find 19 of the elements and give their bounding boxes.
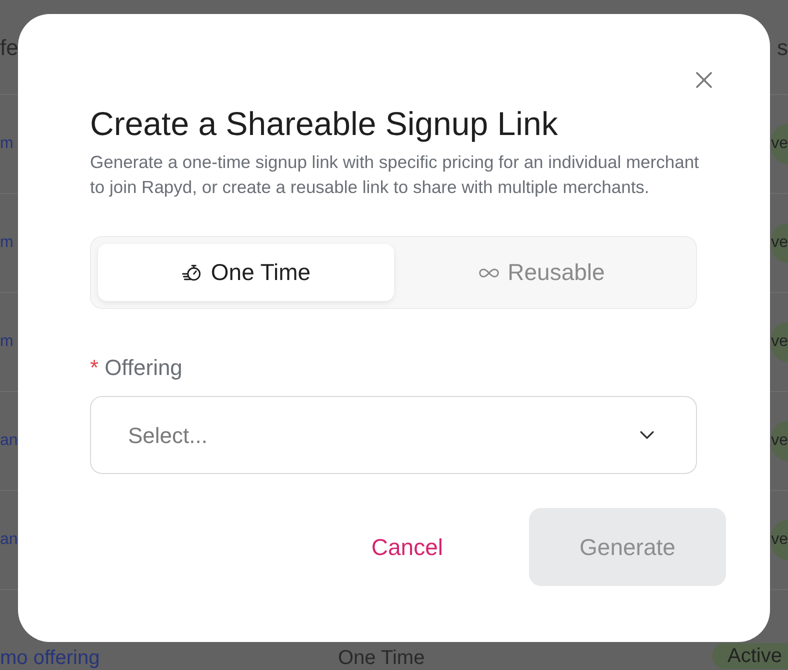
status-badge: ve: [771, 520, 788, 560]
column-header: s: [777, 34, 788, 62]
tab[interactable]: One Time: [98, 244, 394, 301]
status-badge: Active: [712, 643, 788, 669]
column-header: fe: [0, 34, 18, 62]
dialog-description: Generate a one-time signup link with specific pricing for an individual merchant to join Rapyd, or create a reusable link to share with multiple merchants.: [90, 151, 700, 199]
offering-link[interactable]: mo offering: [0, 647, 330, 669]
status-badge: ve: [771, 124, 788, 164]
status-badge: ve: [771, 322, 788, 362]
table-cell: One Time: [338, 647, 425, 669]
cancel-button[interactable]: Cancel: [371, 530, 443, 564]
status-badge: ve: [771, 421, 788, 461]
status-badge: ve: [771, 223, 788, 263]
dialog-title: Create a Shareable Signup Link: [90, 104, 559, 144]
tab[interactable]: Reusable: [394, 244, 689, 301]
field-label: Offering: [104, 354, 182, 382]
required-asterisk: *: [90, 354, 99, 382]
select-placeholder: Select...: [128, 422, 208, 450]
offering-select[interactable]: Select...: [90, 396, 697, 474]
